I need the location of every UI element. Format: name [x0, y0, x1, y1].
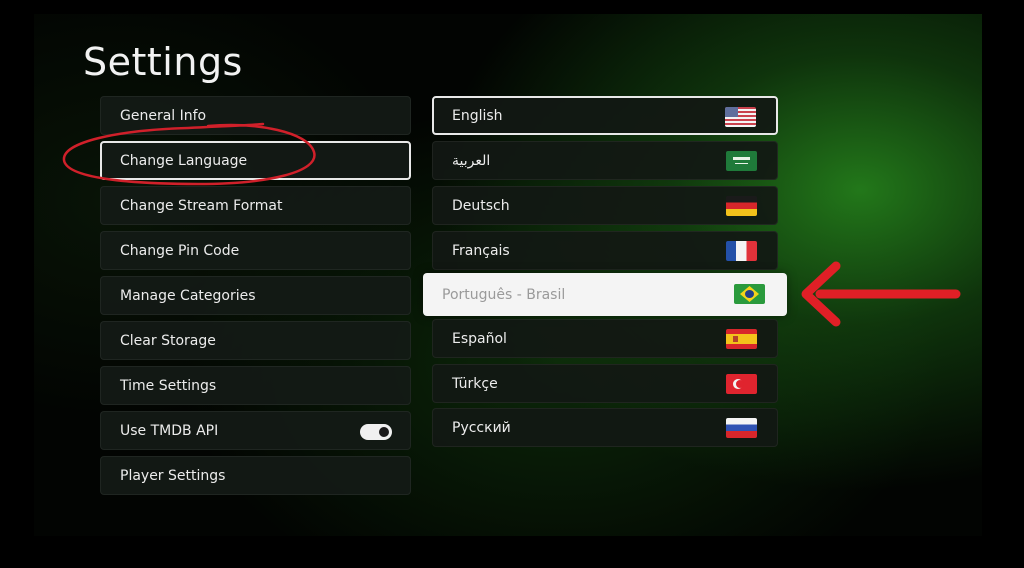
language-label: Русский: [452, 419, 511, 436]
menu-item-label: Change Stream Format: [120, 197, 283, 214]
language-label: العربية: [452, 152, 491, 169]
menu-item-label: Change Pin Code: [120, 242, 240, 259]
saudi-arabia-flag-icon: [726, 151, 757, 171]
france-flag-icon: [726, 241, 757, 261]
menu-item-use-tmdb-api[interactable]: Use TMDB API: [100, 411, 411, 450]
menu-item-change-pin-code[interactable]: Change Pin Code: [100, 231, 411, 270]
language-option-russian[interactable]: Русский: [432, 408, 778, 447]
toggle-knob: [379, 427, 389, 437]
language-option-turkce[interactable]: Türkçe: [432, 364, 778, 403]
red-arrow-annotation: [801, 261, 961, 327]
screen-bezel-left: [0, 0, 34, 568]
page-title: Settings: [83, 40, 243, 84]
russia-flag-icon: [726, 418, 757, 438]
us-flag-icon: [725, 107, 756, 127]
turkey-flag-icon: [726, 374, 757, 394]
language-label: Türkçe: [452, 375, 498, 392]
language-option-arabic[interactable]: العربية: [432, 141, 778, 180]
menu-item-label: Time Settings: [120, 377, 217, 394]
language-option-francais[interactable]: Français: [432, 231, 778, 270]
brazil-flag-icon: [734, 284, 765, 304]
language-label: Français: [452, 242, 510, 259]
red-circle-annotation: [62, 122, 316, 186]
language-option-english[interactable]: English: [432, 96, 778, 135]
menu-item-label: Use TMDB API: [120, 422, 219, 439]
menu-item-clear-storage[interactable]: Clear Storage: [100, 321, 411, 360]
menu-item-player-settings[interactable]: Player Settings: [100, 456, 411, 495]
menu-item-label: Clear Storage: [120, 332, 216, 349]
spain-flag-icon: [726, 329, 757, 349]
language-label: Português - Brasil: [442, 286, 566, 303]
language-label: English: [452, 107, 503, 124]
menu-item-manage-categories[interactable]: Manage Categories: [100, 276, 411, 315]
screen-bezel-top: [0, 0, 1024, 14]
language-option-portugues-brasil[interactable]: Português - Brasil: [423, 273, 787, 316]
germany-flag-icon: [726, 196, 757, 216]
menu-item-label: Player Settings: [120, 467, 226, 484]
tmdb-api-toggle[interactable]: [360, 424, 392, 440]
menu-item-time-settings[interactable]: Time Settings: [100, 366, 411, 405]
screen-bezel-right: [982, 0, 1024, 568]
language-label: Deutsch: [452, 197, 510, 214]
language-label: Español: [452, 330, 507, 347]
menu-item-label: Manage Categories: [120, 287, 256, 304]
language-option-deutsch[interactable]: Deutsch: [432, 186, 778, 225]
language-option-espanol[interactable]: Español: [432, 319, 778, 358]
screen-bezel-bottom: [0, 536, 1024, 568]
